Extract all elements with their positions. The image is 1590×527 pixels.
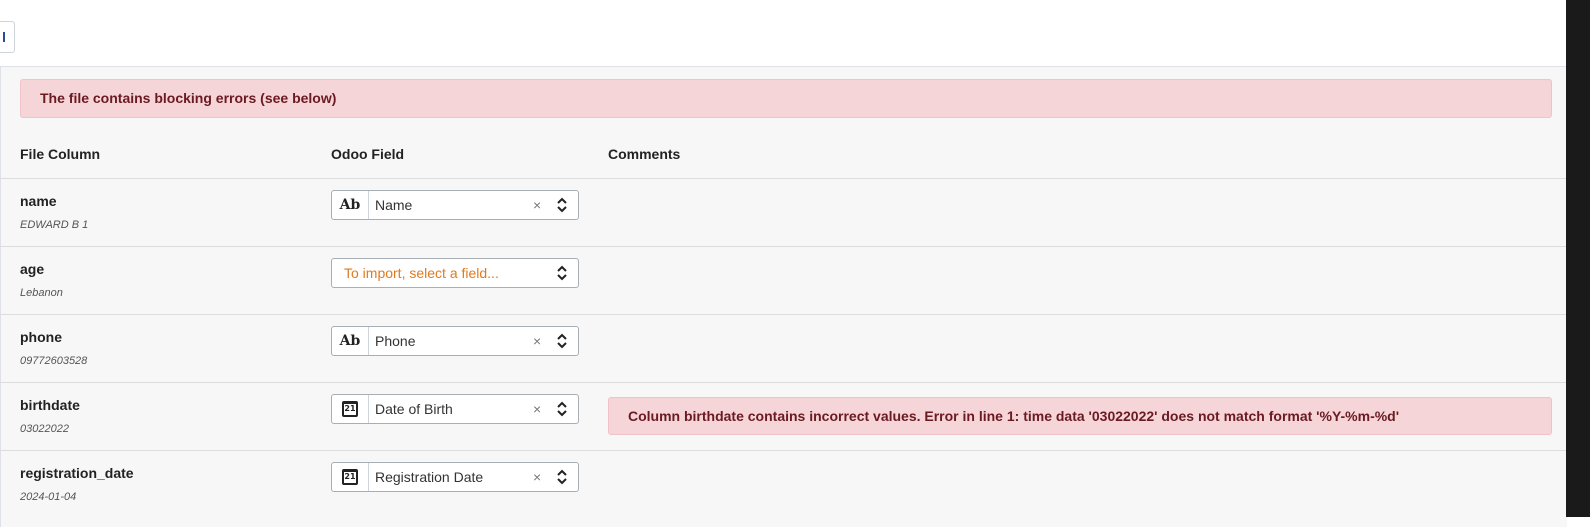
column-sample: 03022022 <box>20 423 69 435</box>
date-field-icon: 21 <box>332 395 369 423</box>
column-name: phone <box>20 329 62 345</box>
field-select-value: Date of Birth <box>375 401 453 417</box>
calendar-icon: 21 <box>342 401 358 417</box>
header-comments: Comments <box>608 146 681 162</box>
field-select[interactable]: 21 Date of Birth × <box>331 394 579 424</box>
date-field-icon: 21 <box>332 463 369 491</box>
row-separator <box>0 382 1566 383</box>
clear-icon[interactable]: × <box>533 463 541 491</box>
clear-icon[interactable]: × <box>533 327 541 355</box>
field-select[interactable]: 21 Registration Date × <box>331 462 579 492</box>
column-sample: Lebanon <box>20 287 63 299</box>
field-select-placeholder: To import, select a field... <box>344 265 499 281</box>
column-name: age <box>20 261 45 277</box>
clear-icon[interactable]: × <box>533 191 541 219</box>
column-name: birthdate <box>20 397 80 413</box>
column-name: name <box>20 193 57 209</box>
header-odoo-field: Odoo Field <box>331 146 405 162</box>
partial-button[interactable] <box>0 21 15 53</box>
column-sample: EDWARD B 1 <box>20 219 89 231</box>
text-field-icon: Ab <box>332 191 369 219</box>
column-sample: 09772603528 <box>20 355 88 367</box>
chevron-updown-icon[interactable] <box>555 467 569 487</box>
chevron-updown-icon[interactable] <box>555 195 569 215</box>
row-separator <box>0 314 1566 315</box>
row-separator <box>0 450 1566 451</box>
top-toolbar <box>0 0 1590 66</box>
field-select-value: Phone <box>375 333 416 349</box>
chevron-updown-icon[interactable] <box>555 331 569 351</box>
field-error-message: Column birthdate contains incorrect valu… <box>608 397 1552 435</box>
field-select-value: Name <box>375 197 413 213</box>
chevron-updown-icon[interactable] <box>555 399 569 419</box>
calendar-icon: 21 <box>342 469 358 485</box>
field-select[interactable]: To import, select a field... <box>331 258 579 288</box>
window-edge <box>1566 0 1590 517</box>
column-sample: 2024-01-04 <box>20 491 77 503</box>
column-name: registration_date <box>20 465 134 481</box>
header-file-column: File Column <box>20 146 101 162</box>
text-field-icon: Ab <box>332 327 369 355</box>
row-separator <box>0 178 1566 179</box>
field-select-value: Registration Date <box>375 469 484 485</box>
field-select[interactable]: Ab Phone × <box>331 326 579 356</box>
row-separator <box>0 246 1566 247</box>
import-mapping-panel <box>0 66 1567 527</box>
field-select[interactable]: Ab Name × <box>331 190 579 220</box>
chevron-updown-icon[interactable] <box>555 263 569 283</box>
blocking-errors-alert: The file contains blocking errors (see b… <box>20 79 1552 118</box>
clear-icon[interactable]: × <box>533 395 541 423</box>
